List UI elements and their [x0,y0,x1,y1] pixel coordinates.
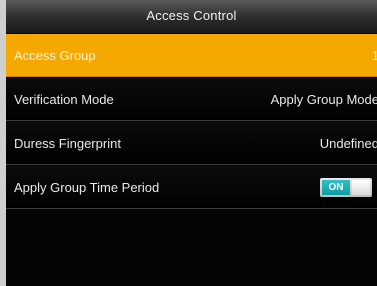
time-period-toggle[interactable]: ON [320,178,372,197]
menu-item-label: Verification Mode [14,92,114,107]
toggle-on-label: ON [322,180,350,195]
toggle-knob [352,180,370,195]
menu-item-verification-mode[interactable]: Verification Mode Apply Group Mode [6,78,377,121]
menu-item-value: Undefined [319,136,377,151]
access-control-screen: Access Control Access Group 1 Verificati… [0,0,377,286]
menu-item-access-group[interactable]: Access Group 1 [6,34,377,77]
menu-item-label: Access Group [14,48,96,63]
menu-item-label: Duress Fingerprint [14,136,121,151]
menu-item-duress-fingerprint[interactable]: Duress Fingerprint Undefined [6,122,377,165]
menu-item-apply-group-time-period[interactable]: Apply Group Time Period ON [6,166,377,209]
title-bar: Access Control [6,0,377,34]
menu-item-value: Apply Group Mode [270,92,377,107]
menu-item-label: Apply Group Time Period [14,180,160,195]
menu-item-value: 1 [371,48,377,63]
page-title: Access Control [146,8,237,23]
